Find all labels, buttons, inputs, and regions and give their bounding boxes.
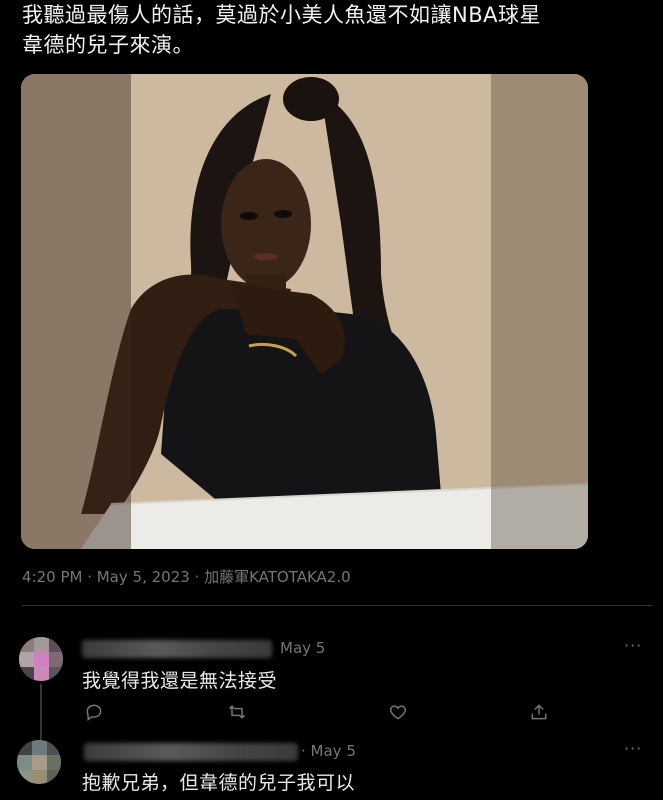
more-icon[interactable]: ···: [624, 739, 642, 758]
tweet-timestamp[interactable]: 4:20 PM · May 5, 2023 · 加藤軍KATOTAKA2.0: [22, 566, 351, 587]
pixelated-avatar-icon: [17, 740, 61, 784]
like-icon[interactable]: [388, 702, 408, 722]
reply-text: 抱歉兄弟，但韋德的兒子我可以: [82, 772, 356, 794]
share-icon[interactable]: [529, 702, 549, 722]
blurred-username[interactable]: [84, 743, 298, 761]
tweet-text-line-2: 韋德的兒子來演。: [22, 33, 194, 57]
avatar[interactable]: [19, 637, 63, 681]
divider: [22, 605, 653, 606]
tweet-photo[interactable]: [21, 74, 588, 549]
blurred-username[interactable]: [82, 640, 272, 658]
tweet-text-line-1: 我聽過最傷人的話，莫過於小美人魚還不如讓NBA球星: [22, 3, 541, 27]
more-icon[interactable]: ···: [624, 636, 642, 655]
reply-icon[interactable]: [84, 702, 104, 722]
reply-date[interactable]: May 5: [280, 639, 325, 657]
reply-text: 我覺得我還是無法接受: [82, 670, 278, 692]
thread-line: [40, 684, 42, 746]
reply-date[interactable]: · May 5: [301, 742, 356, 760]
portrait-illustration: [21, 74, 588, 549]
avatar[interactable]: [17, 740, 61, 784]
tweet-text: 我聽過最傷人的話，莫過於小美人魚還不如讓NBA球星 韋德的兒子來演。: [22, 0, 652, 60]
retweet-icon[interactable]: [227, 702, 247, 722]
pixelated-avatar-icon: [19, 637, 63, 681]
